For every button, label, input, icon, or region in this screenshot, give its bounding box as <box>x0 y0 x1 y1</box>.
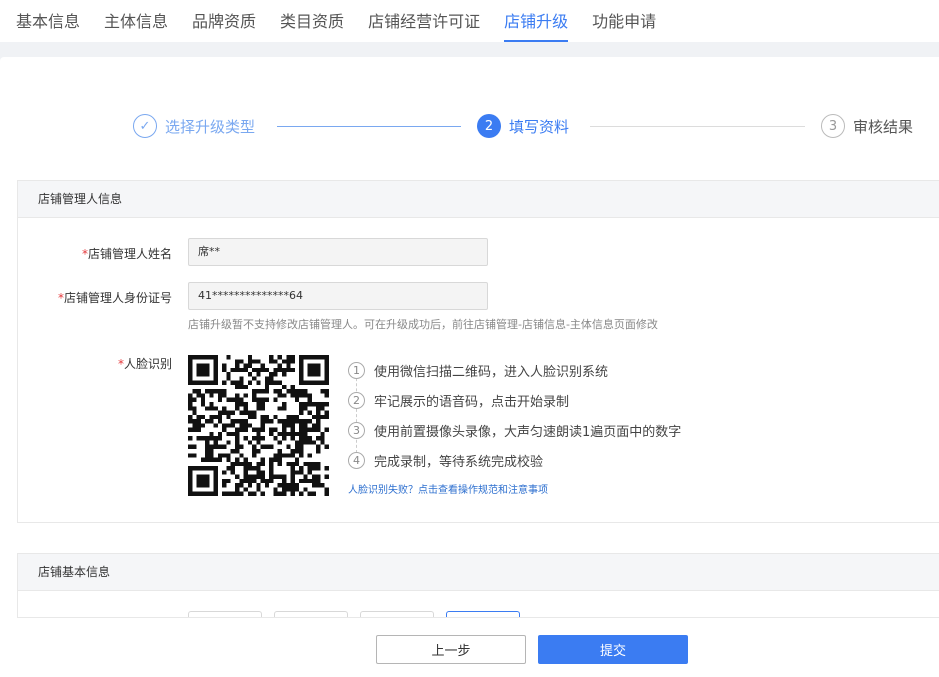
step-fill-info: 2 填写资料 <box>477 114 569 138</box>
step-number: 2 <box>348 391 365 409</box>
check-icon: ✓ <box>133 114 157 138</box>
step-review-result: 3 审核结果 <box>821 114 913 138</box>
step-connector <box>277 126 461 127</box>
manager-name-field[interactable]: 席** <box>188 238 488 266</box>
tab-feature-apply[interactable]: 功能申请 <box>592 0 656 42</box>
qr-code-image <box>188 355 329 496</box>
manager-id-hint: 店铺升级暂不支持修改店铺管理人。可在升级成功后，前往店铺管理-店铺信息-主体信息… <box>188 318 658 331</box>
manager-id-field[interactable]: 41**************64 <box>188 282 488 310</box>
main-card: ✓ 选择升级类型 2 填写资料 3 审核结果 店铺管理人信息 *店铺管理人姓名 … <box>0 57 939 677</box>
tab-entity-info[interactable]: 主体信息 <box>104 0 168 42</box>
section-title: 店铺管理人信息 <box>18 181 939 218</box>
face-step-item: 4 完成录制，等待系统完成校验 <box>348 445 681 475</box>
face-steps-list: 1 使用微信扫描二维码，进入人脸识别系统 2 牢记展示的语音码，点击开始录制 3… <box>348 355 681 496</box>
face-recognition-label: *人脸识别 <box>117 357 172 371</box>
step-number: 1 <box>348 361 365 379</box>
step-select-upgrade-type: ✓ 选择升级类型 <box>133 114 255 138</box>
step-label: 填写资料 <box>509 117 570 136</box>
section-title: 店铺基本信息 <box>18 554 939 591</box>
tab-store-upgrade[interactable]: 店铺升级 <box>504 0 569 42</box>
tab-category-qualification[interactable]: 类目资质 <box>280 0 344 42</box>
step-number: 3 <box>348 421 365 439</box>
step-number: 2 <box>477 114 501 138</box>
face-step-item: 2 牢记展示的语音码，点击开始录制 <box>348 385 681 415</box>
submit-button[interactable]: 提交 <box>538 635 688 664</box>
store-manager-section: 店铺管理人信息 *店铺管理人姓名 席** *店铺管理人身份证号 41******… <box>17 180 939 523</box>
tab-basic-info[interactable]: 基本信息 <box>16 0 80 42</box>
step-number: 3 <box>821 114 845 138</box>
tab-store-license[interactable]: 店铺经营许可证 <box>368 0 480 42</box>
manager-id-label: *店铺管理人身份证号 <box>57 291 172 305</box>
top-tab-bar: 基本信息 主体信息 品牌资质 类目资质 店铺经营许可证 店铺升级 功能申请 <box>0 0 939 42</box>
step-number: 4 <box>348 451 365 469</box>
prev-step-button[interactable]: 上一步 <box>376 635 526 664</box>
tab-brand-qualification[interactable]: 品牌资质 <box>192 0 256 42</box>
step-label: 审核结果 <box>853 117 914 136</box>
face-step-item: 1 使用微信扫描二维码，进入人脸识别系统 <box>348 355 681 385</box>
step-label: 选择升级类型 <box>165 117 256 136</box>
face-step-item: 3 使用前置摄像头录像，大声匀速朗读1遍页面中的数字 <box>348 415 681 445</box>
face-help-link[interactable]: 人脸识别失败？点击查看操作规范和注意事项 <box>348 481 681 496</box>
manager-name-label: *店铺管理人姓名 <box>81 247 172 261</box>
footer-bar: 上一步 提交 <box>17 617 939 677</box>
step-connector <box>590 126 805 127</box>
